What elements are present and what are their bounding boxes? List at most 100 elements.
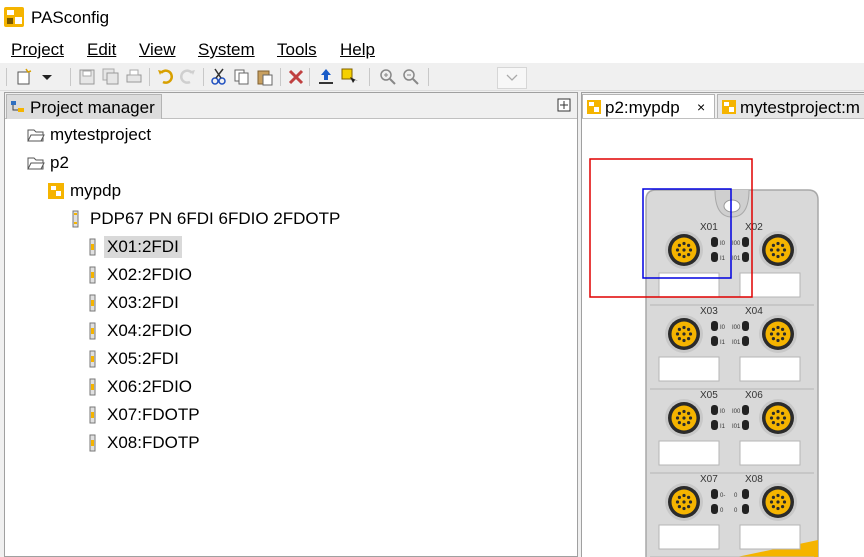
device-editor-panel: p2:mypdp × mytestproject:m X01 X02 I0 I1 I00… [581, 92, 864, 557]
connector-x07-pin [682, 493, 686, 498]
port-label: X04 [745, 306, 763, 317]
port-label: X02 [745, 222, 763, 233]
led [711, 405, 718, 415]
folder-open-icon [27, 157, 45, 170]
connector-x04-pin [776, 332, 780, 336]
undo-icon[interactable] [155, 67, 175, 87]
connector-x08-pin [782, 500, 787, 504]
led-label: I0 [720, 409, 726, 415]
new-project-icon[interactable] [14, 67, 34, 87]
led [711, 237, 718, 247]
tab-project-manager-label: Project manager [30, 98, 155, 117]
menu-tools[interactable]: Tools [277, 40, 317, 60]
redo-icon[interactable] [178, 67, 198, 87]
connector-x01-pin [675, 248, 680, 252]
led-label: I00 [732, 325, 741, 331]
cut-icon[interactable] [209, 67, 229, 87]
led-label: 0- [720, 493, 725, 499]
connector-x06-pin [771, 420, 776, 425]
chevron-down-icon [506, 74, 518, 81]
led [742, 321, 749, 331]
port-icon [89, 238, 96, 256]
connector-x05-pin [686, 411, 691, 416]
connector-x07-pin [682, 500, 686, 504]
connector-x03-pin [686, 336, 691, 341]
port-icon [89, 434, 96, 452]
port-label: X06 [745, 390, 763, 401]
tab-p2-mypdp[interactable]: p2:mypdp × [582, 94, 715, 118]
zoom-in-icon[interactable] [378, 67, 398, 87]
led-label: I00 [732, 241, 741, 247]
connector-x08-pin [776, 493, 780, 498]
menu-help[interactable]: Help [340, 40, 375, 60]
zoom-combo[interactable] [497, 67, 527, 89]
led-label: I01 [732, 256, 741, 262]
connector-x04-pin [769, 332, 774, 336]
menu-view[interactable]: View [139, 40, 176, 60]
connector-x07-pin [677, 504, 682, 509]
label-plate [739, 440, 801, 466]
connector-x08-pin [771, 504, 776, 509]
led-label: I1 [720, 256, 726, 262]
led [742, 336, 749, 346]
connector-x05-pin [677, 411, 682, 416]
device-diagram: X01 X02 I0 I1 I00 I01 X03 X04 I0 I1 I00 I01 X05 X06 I0… [589, 158, 819, 557]
maximize-icon[interactable] [557, 98, 571, 112]
connector-x06-pin [780, 411, 785, 416]
upload-icon[interactable] [316, 67, 336, 87]
pdp-device-icon [722, 100, 736, 114]
connector-x04-pin [771, 336, 776, 341]
led [711, 252, 718, 262]
connector-x01-pin [682, 248, 686, 252]
connector-x01-pin [682, 254, 686, 259]
connector-x07-pin [677, 495, 682, 500]
save-all-icon[interactable] [101, 67, 121, 87]
connector-x06-pin [776, 422, 780, 427]
close-tab-icon[interactable]: × [697, 99, 705, 115]
led [711, 489, 718, 499]
menu-edit[interactable]: Edit [87, 40, 116, 60]
pdp-device-icon [48, 183, 64, 199]
led [711, 336, 718, 346]
menu-system[interactable]: System [198, 40, 255, 60]
print-icon[interactable] [124, 67, 144, 87]
port-icon [89, 266, 96, 284]
led-label: I1 [720, 424, 726, 430]
connector-x04-pin [776, 325, 780, 330]
led [742, 237, 749, 247]
copy-icon[interactable] [232, 67, 252, 87]
connector-x04-pin [780, 336, 785, 341]
connector-x05-pin [688, 416, 693, 420]
editor-tab-bar: p2:mypdp × mytestproject:m [582, 93, 864, 119]
led [742, 489, 749, 499]
connector-x02-pin [780, 252, 785, 257]
save-icon[interactable] [77, 67, 97, 87]
connector-x02-pin [776, 254, 780, 259]
menu-project[interactable]: Project [11, 40, 64, 60]
verify-icon[interactable] [340, 67, 360, 87]
connector-x02-pin [776, 241, 780, 246]
led-label: I0 [720, 325, 726, 331]
connector-x05-pin [682, 409, 686, 414]
connector-x03-pin [677, 327, 682, 332]
panel-header: Project manager [5, 93, 577, 119]
delete-icon[interactable] [286, 67, 306, 87]
dropdown-arrow-icon[interactable] [38, 67, 58, 87]
tab-mytestproject[interactable]: mytestproject:m [717, 94, 864, 118]
zoom-out-icon[interactable] [401, 67, 421, 87]
label-plate [658, 272, 720, 298]
connector-x02-pin [771, 243, 776, 248]
tab-project-manager[interactable]: Project manager [6, 94, 162, 119]
led-label: I01 [732, 424, 741, 430]
port-icon [89, 350, 96, 368]
connector-x02-pin [782, 248, 787, 252]
led [742, 405, 749, 415]
connector-x02-pin [769, 248, 774, 252]
connector-x04-pin [776, 338, 780, 343]
label-plate [739, 524, 801, 550]
connector-x03-pin [682, 325, 686, 330]
connector-x08-pin [776, 500, 780, 504]
led [711, 504, 718, 514]
connector-x01-pin [686, 243, 691, 248]
paste-icon[interactable] [255, 67, 275, 87]
